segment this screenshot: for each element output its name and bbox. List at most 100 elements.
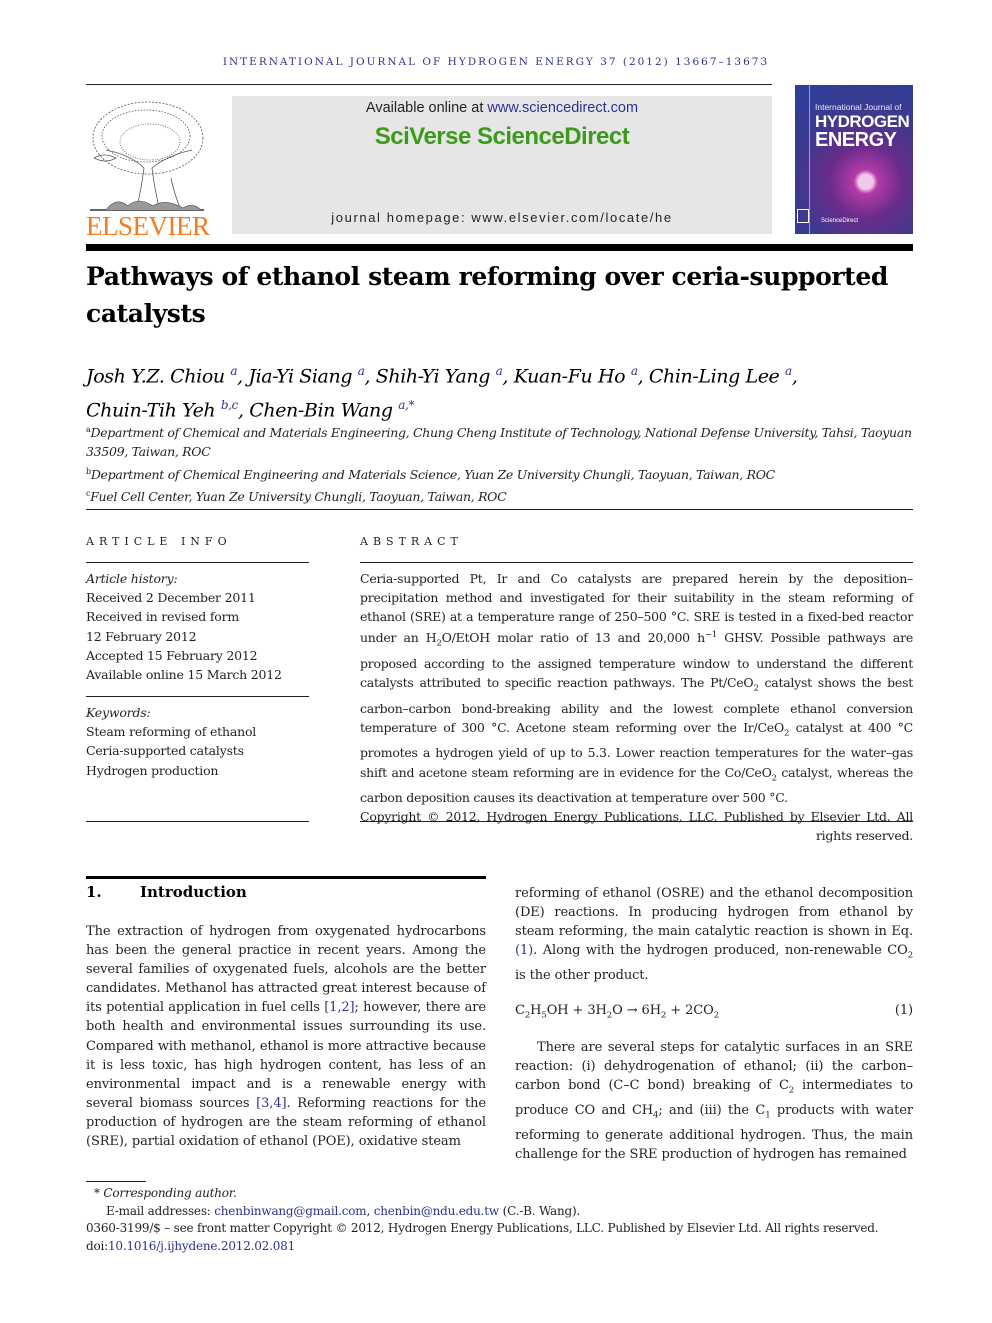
section-divider <box>86 509 913 510</box>
author-affiliation-link[interactable]: a <box>230 364 237 378</box>
elsevier-wordmark: ELSEVIER <box>86 211 210 241</box>
author-affiliation-link[interactable]: a <box>358 364 365 378</box>
doi-label: doi: <box>86 1238 108 1253</box>
subscript: 2 <box>907 950 913 961</box>
author-affiliation-link[interactable]: a <box>631 364 638 378</box>
available-online-line: Available online at www.sciencedirect.co… <box>232 100 772 116</box>
eq-part: C <box>515 1003 525 1018</box>
eq-part: + 2CO <box>666 1003 714 1018</box>
intro-paragraph-2: There are several steps for catalytic su… <box>515 1038 913 1164</box>
abstract-heading: ABSTRACT <box>360 535 463 548</box>
divider <box>360 821 913 822</box>
eq-part: OH + 3H <box>546 1003 607 1018</box>
journal-homepage[interactable]: journal homepage: www.elsevier.com/locat… <box>232 210 772 225</box>
text-run: O/EtOH molar ratio of 13 and 20,000 h <box>441 630 706 646</box>
affiliation-text: Department of Chemical Engineering and M… <box>90 466 775 482</box>
cover-publisher-icon <box>797 209 809 223</box>
sciverse-brand: SciVerse ScienceDirect <box>374 123 630 150</box>
sciencedirect-link[interactable]: www.sciencedirect.com <box>487 100 638 116</box>
available-online-label: Available online at <box>365 100 488 116</box>
divider <box>360 562 913 563</box>
affiliation-item: cFuel Cell Center, Yuan Ze University Ch… <box>86 484 913 506</box>
keyword-item: Ceria-supported catalysts <box>86 743 244 759</box>
author-affiliation-link[interactable]: a <box>496 364 503 378</box>
abstract-text: Ceria-supported Pt, Ir and Co catalysts … <box>360 569 913 845</box>
superscript: −1 <box>704 630 717 641</box>
history-item: Available online 15 March 2012 <box>86 667 282 683</box>
email-suffix: (C.-B. Wang). <box>499 1203 581 1218</box>
keyword-item: Hydrogen production <box>86 762 219 778</box>
history-item: Received in revised form <box>86 609 240 625</box>
equation-number: (1) <box>894 1003 913 1018</box>
text-run: ; and (iii) the C <box>658 1102 766 1118</box>
keywords: Keywords: Steam reforming of ethanol Cer… <box>86 703 309 780</box>
author: Chuin-Tih Yeh <box>86 399 216 422</box>
author-list: Josh Y.Z. Chiou a, Jia-Yi Siang a, Shih-… <box>86 364 798 422</box>
doi-link[interactable]: 10.1016/j.ijhydene.2012.02.081 <box>108 1239 295 1253</box>
author-affiliation-link[interactable]: a <box>785 364 792 378</box>
eq-part: O → 6H <box>612 1003 661 1018</box>
divider <box>86 696 309 697</box>
author: Chin-Ling Lee <box>648 365 780 388</box>
history-item: Accepted 15 February 2012 <box>86 647 258 663</box>
article-history-label: Article history: <box>86 571 178 586</box>
running-head: INTERNATIONAL JOURNAL OF HYDROGEN ENERGY… <box>222 56 770 68</box>
citation-link[interactable]: [3,4] <box>256 1096 286 1111</box>
section-number: 1. <box>86 883 102 901</box>
text-run: H <box>425 630 437 646</box>
author: Kuan-Fu Ho <box>513 365 626 388</box>
intro-paragraph-right: reforming of ethanol (OSRE) and the etha… <box>515 884 913 985</box>
sciencedirect-banner: Available online at www.sciencedirect.co… <box>232 96 772 234</box>
corresponding-author-note: * Corresponding author. <box>94 1186 237 1200</box>
equation-1: C2H5OH + 3H2O → 6H2 + 2CO2 (1) <box>515 1001 913 1026</box>
affiliation-text: Department of Chemical and Materials Eng… <box>86 425 912 460</box>
text-run: . Along with the hydrogen produced, non-… <box>533 943 908 959</box>
section-title: Introduction <box>140 883 247 901</box>
text-run: reforming of ethanol (OSRE) and the etha… <box>515 886 913 940</box>
doi-line: doi:10.1016/j.ijhydene.2012.02.081 <box>86 1238 926 1256</box>
header-rule <box>86 84 772 85</box>
cover-stripe <box>809 85 810 234</box>
author: Jia-Yi Siang <box>248 365 353 388</box>
issn-line: 0360-3199/$ – see front matter Copyright… <box>86 1221 879 1235</box>
author: Josh Y.Z. Chiou <box>86 365 225 388</box>
email-label: E-mail addresses: <box>106 1203 215 1218</box>
email-link[interactable]: chenbin@ndu.edu.tw <box>374 1204 500 1218</box>
affiliation-item: bDepartment of Chemical Engineering and … <box>86 462 913 484</box>
email-link[interactable]: chenbinwang@gmail.com <box>214 1204 366 1218</box>
affiliation-list: aDepartment of Chemical and Materials En… <box>86 420 913 507</box>
abstract-paragraph: Ceria-supported Pt, Ir and Co catalysts … <box>360 569 913 807</box>
affiliation-text: Fuel Cell Center, Yuan Ze University Chu… <box>90 489 507 505</box>
divider <box>86 562 309 563</box>
journal-cover-image: International Journal of HYDROGEN ENERGY… <box>795 85 913 234</box>
footnote-rule <box>86 1181 146 1182</box>
author-affiliation-link[interactable]: a,* <box>398 398 414 412</box>
eq-sub: 2 <box>713 1010 719 1021</box>
article-info-heading: ARTICLE INFO <box>86 535 232 548</box>
section-rule <box>86 876 486 879</box>
keywords-label: Keywords: <box>86 705 151 720</box>
divider <box>86 821 309 822</box>
author-affiliation-link[interactable]: b,c <box>221 398 238 412</box>
text-run: is the other product. <box>515 967 649 983</box>
citation-link[interactable]: [1,2] <box>324 1000 354 1015</box>
header-thick-rule <box>86 244 913 251</box>
article-title: Pathways of ethanol steam reforming over… <box>86 262 888 328</box>
separator: , <box>366 1203 374 1218</box>
history-item: 12 February 2012 <box>86 628 197 644</box>
article-history: Article history: Received 2 December 201… <box>86 569 309 684</box>
author: Shih-Yi Yang <box>375 365 491 388</box>
keyword-item: Steam reforming of ethanol <box>86 724 257 740</box>
footnotes: * Corresponding author. E-mail addresses… <box>86 1185 926 1255</box>
abstract-copyright: Copyright © 2012, Hydrogen Energy Public… <box>360 809 913 844</box>
eq-part: H <box>530 1003 542 1018</box>
email-line: E-mail addresses: chenbinwang@gmail.com,… <box>86 1203 926 1221</box>
cover-title-line1: International Journal of <box>815 102 902 112</box>
text-run: ; however, there are both health and env… <box>86 1000 486 1111</box>
cover-title-line3: ENERGY <box>815 129 897 151</box>
affiliation-item: aDepartment of Chemical and Materials En… <box>86 420 913 462</box>
intro-paragraph-left: The extraction of hydrogen from oxygenat… <box>86 922 486 1151</box>
author: Chen-Bin Wang <box>249 399 393 422</box>
equation-link[interactable]: (1) <box>515 943 533 958</box>
cover-footer: ScienceDirect <box>821 218 859 224</box>
